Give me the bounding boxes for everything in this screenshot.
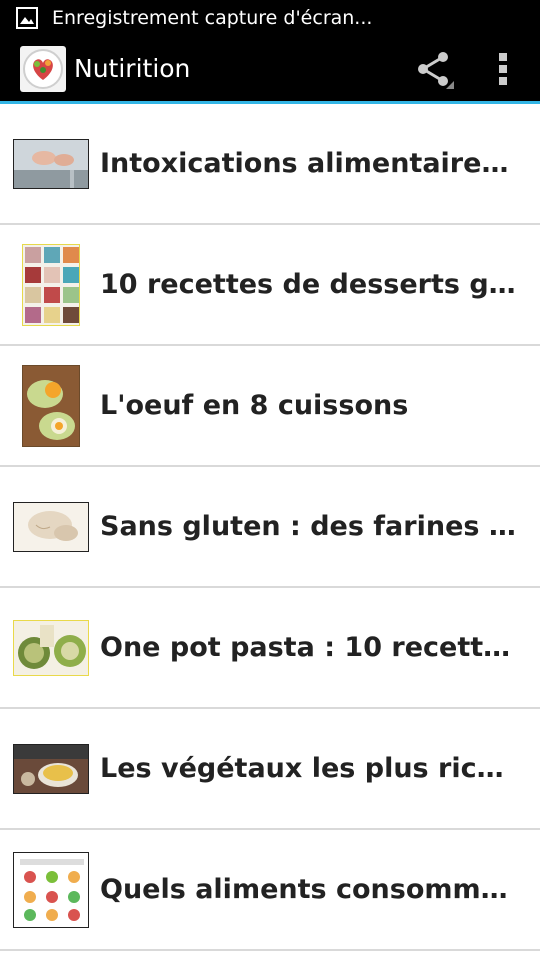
list-item[interactable]: Sans gluten : des farines à goût xyxy=(0,467,540,588)
list-item[interactable]: Quels aliments consommer en xyxy=(0,830,540,951)
article-title: 10 recettes de desserts gourmands xyxy=(100,269,540,300)
list-item[interactable]: Les végétaux les plus riches en xyxy=(0,709,540,830)
screenshot-notification-icon xyxy=(16,7,38,29)
article-thumbnail xyxy=(22,243,80,326)
app-logo-icon[interactable] xyxy=(20,45,66,92)
article-thumbnail xyxy=(13,501,89,552)
article-title: L'oeuf en 8 cuissons xyxy=(100,390,409,421)
article-title: One pot pasta : 10 recettes de xyxy=(100,632,540,663)
more-vertical-icon xyxy=(499,52,507,85)
overflow-menu-button[interactable] xyxy=(466,37,540,101)
article-thumbnail xyxy=(13,619,89,676)
article-title: Quels aliments consommer en xyxy=(100,874,540,905)
article-title: Les végétaux les plus riches en xyxy=(100,753,540,784)
status-bar: Enregistrement capture d'écran... xyxy=(0,0,540,36)
article-list: Intoxications alimentaires : 10 réflexes… xyxy=(0,104,540,951)
article-thumbnail xyxy=(13,138,89,189)
list-item[interactable]: Intoxications alimentaires : 10 réflexes xyxy=(0,104,540,225)
list-item[interactable]: One pot pasta : 10 recettes de xyxy=(0,588,540,709)
article-title: Sans gluten : des farines à goût xyxy=(100,511,540,542)
list-item[interactable]: L'oeuf en 8 cuissons xyxy=(0,346,540,467)
app-title: Nutirition xyxy=(74,54,191,83)
list-item[interactable]: 10 recettes de desserts gourmands xyxy=(0,225,540,346)
status-notification-text: Enregistrement capture d'écran... xyxy=(52,7,373,29)
share-button[interactable] xyxy=(402,37,466,101)
action-bar: Nutirition xyxy=(0,36,540,104)
article-title: Intoxications alimentaires : 10 réflexes xyxy=(100,148,540,179)
article-thumbnail xyxy=(22,364,80,447)
article-thumbnail xyxy=(13,851,89,928)
share-icon xyxy=(418,51,454,89)
article-thumbnail xyxy=(13,743,89,794)
